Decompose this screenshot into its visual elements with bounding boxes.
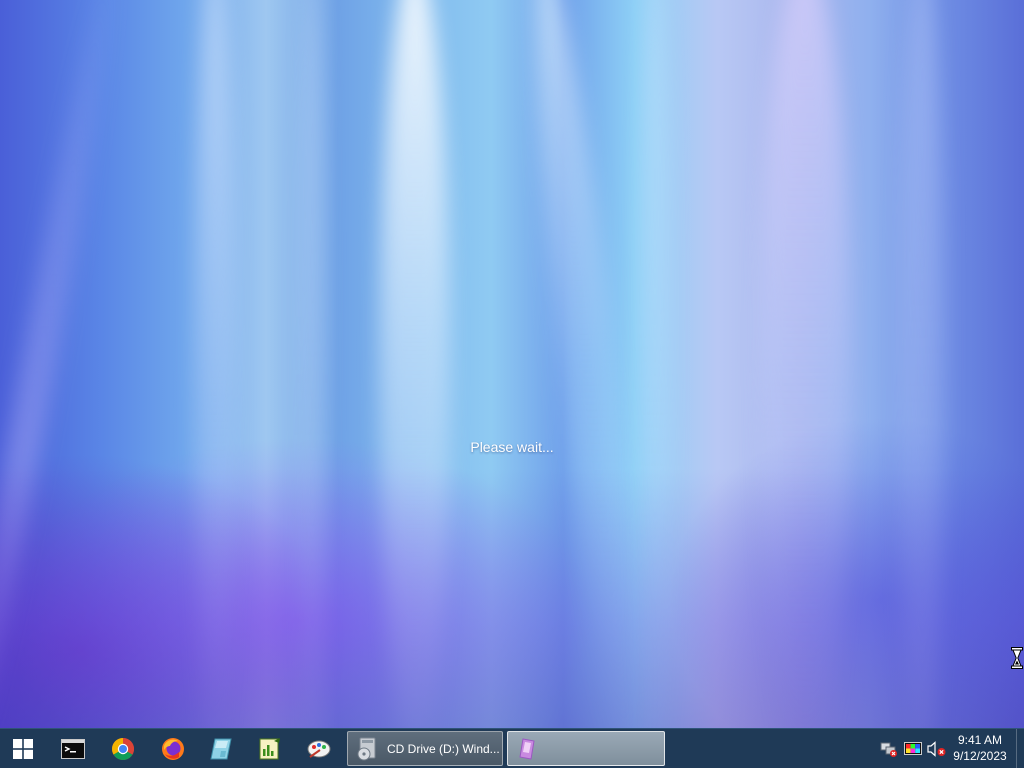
- start-button[interactable]: [0, 729, 46, 768]
- pinned-app-4[interactable]: [198, 729, 244, 768]
- wallpaper-shade: [0, 468, 1024, 728]
- pinned-firefox[interactable]: [150, 729, 196, 768]
- taskbar-window-label: CD Drive (D:) Wind...: [387, 741, 500, 756]
- display-color-icon: [904, 741, 922, 755]
- paint-palette-icon: [307, 740, 331, 758]
- taskbar-window-active[interactable]: [507, 731, 665, 766]
- windows-logo-icon: [13, 738, 33, 759]
- taskbar-clock[interactable]: 9:41 AM 9/12/2023: [950, 732, 1010, 764]
- tray-volume[interactable]: [926, 729, 948, 768]
- chrome-icon: [112, 737, 134, 760]
- glass-panel-icon: [210, 738, 232, 759]
- tray-display[interactable]: [903, 729, 923, 768]
- pinned-command-prompt[interactable]: [50, 729, 96, 768]
- clock-time: 9:41 AM: [957, 733, 1003, 747]
- taskbar-window-cd-drive[interactable]: CD Drive (D:) Wind...: [347, 731, 503, 766]
- clock-date: 9/12/2023: [953, 749, 1007, 763]
- pinned-chrome[interactable]: [100, 729, 146, 768]
- please-wait-message: Please wait...: [470, 439, 554, 455]
- tray-network[interactable]: [879, 729, 899, 768]
- volume-muted-icon: [927, 740, 946, 757]
- taskbar: CD Drive (D:) Wind... 9:41 AM 9/12/2023: [0, 728, 1024, 768]
- media-player-icon: [519, 737, 535, 760]
- chart-notepad-icon: [259, 737, 280, 759]
- terminal-icon: [61, 738, 85, 759]
- cd-drive-icon: [357, 737, 376, 760]
- firefox-icon: [162, 737, 184, 760]
- show-desktop-button[interactable]: [1016, 729, 1024, 768]
- desktop[interactable]: Please wait...: [0, 0, 1024, 728]
- pinned-app-6[interactable]: [296, 729, 342, 768]
- pinned-app-5[interactable]: [247, 729, 293, 768]
- hourglass-cursor-icon: [1011, 647, 1023, 669]
- network-error-icon: [880, 742, 897, 757]
